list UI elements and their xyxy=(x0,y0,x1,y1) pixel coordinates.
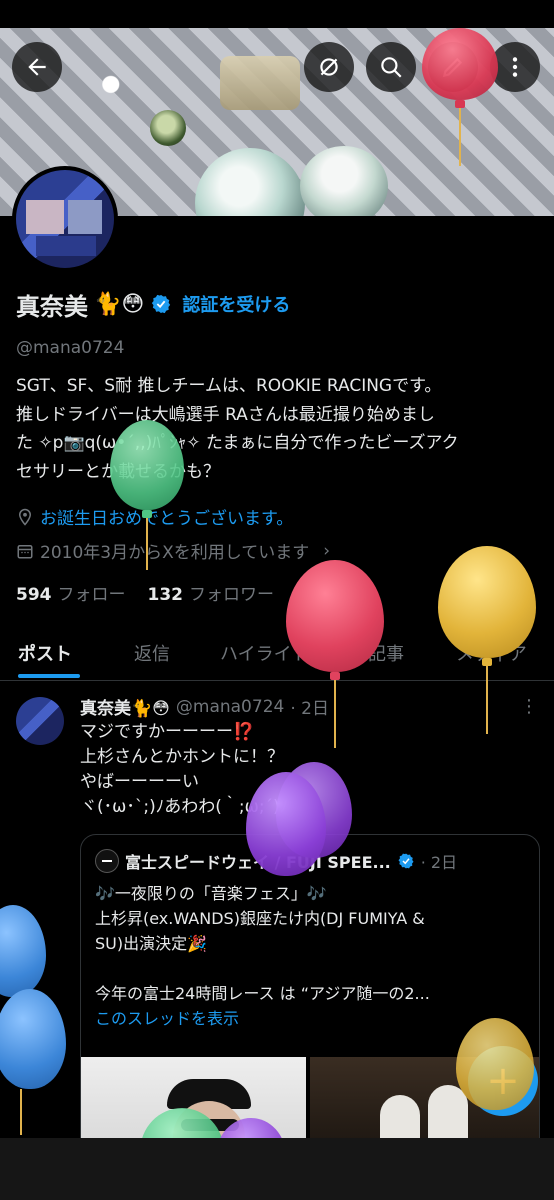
balloon-decoration xyxy=(438,546,536,736)
quote-line: 今年の富士24時間レース は “アジア随一の2... xyxy=(95,984,430,1003)
quote-time: · 2日 xyxy=(420,853,458,872)
calendar-icon xyxy=(17,544,33,558)
unfollow-circle-icon xyxy=(320,58,338,76)
quote-line: 🎶一夜限りの「音楽フェス」🎶 xyxy=(95,884,327,903)
follow-stats: 594 フォロー 132 フォロワー xyxy=(16,580,274,605)
active-tab-indicator xyxy=(18,674,80,678)
get-verified-link[interactable]: 認証を受ける xyxy=(182,291,290,317)
post-line: マジですかーーーー⁉️ xyxy=(80,722,255,742)
back-button[interactable] xyxy=(12,42,62,92)
quote-line: SU)出演決定🎉 xyxy=(95,934,208,953)
balloon-decoration xyxy=(422,28,498,168)
quote-text: 🎶一夜限りの「音楽フェス」🎶 上杉昇(ex.WANDS)銀座たけ内(DJ FUM… xyxy=(95,881,525,1031)
banner-glass-orb xyxy=(300,146,388,216)
following-link[interactable]: 594 フォロー xyxy=(16,580,126,605)
chevron-right-icon: › xyxy=(323,540,331,561)
unfollow-button[interactable] xyxy=(304,42,354,92)
verified-badge-icon xyxy=(398,853,414,869)
balloon-decoration xyxy=(110,420,184,570)
quote-line: 上杉昇(ex.WANDS)銀座たけ内(DJ FUMIYA & xyxy=(95,909,425,928)
profile-handle: @mana0724 xyxy=(16,338,125,358)
banner-pendant xyxy=(150,110,186,146)
bottom-navigation-bar xyxy=(0,1138,554,1200)
avatar-tile xyxy=(26,200,64,234)
followers-link[interactable]: 132 フォロワー xyxy=(148,580,275,605)
search-icon xyxy=(381,57,402,78)
following-label: フォロー xyxy=(57,585,126,605)
quote-line xyxy=(95,956,525,981)
location-pin-icon xyxy=(18,508,32,526)
banner-dish xyxy=(220,56,300,110)
verified-badge-icon xyxy=(152,294,171,314)
following-count: 594 xyxy=(16,585,52,605)
banner-glass-orb xyxy=(195,148,305,216)
search-button[interactable] xyxy=(366,42,416,92)
avatar-tile xyxy=(68,200,102,234)
more-vertical-icon xyxy=(512,57,518,77)
avatar-tile xyxy=(36,236,96,256)
profile-name-row: 真奈美 🐈😳 認証を受ける xyxy=(16,284,290,324)
bio-line: 推しドライバーは大嶋選手 RAさんは最近撮り始めまし xyxy=(16,404,435,425)
tab-replies[interactable]: 返信 xyxy=(134,640,170,666)
profile-name-emojis: 🐈😳 xyxy=(94,291,145,317)
bio-line: セサリーとか載せるかも？ xyxy=(16,458,542,487)
post-author[interactable]: 真奈美🐈😳 xyxy=(80,694,170,719)
fuji-speedway-logo-icon xyxy=(95,849,119,873)
balloon-decoration xyxy=(246,762,352,882)
followers-label: フォロワー xyxy=(189,585,274,605)
profile-avatar[interactable] xyxy=(12,166,118,272)
bio-line: た ✧p📷q(ω•´,,)ﾊﾟｼｬ✧ たまぁに自分で作ったビーズアク xyxy=(16,433,459,453)
arrow-left-icon xyxy=(28,58,46,76)
followers-count: 132 xyxy=(147,585,184,605)
balloon-decoration xyxy=(286,560,384,750)
profile-bio: SGT、SF、S耐 推しチームは、ROOKIE RACINGです。 推しドライバ… xyxy=(16,372,542,486)
profile-name: 真奈美 xyxy=(16,292,88,321)
tab-posts[interactable]: ポスト xyxy=(18,640,72,666)
balloon-decoration xyxy=(456,1018,534,1118)
bio-line: SGT、SF、S耐 推しチームは、ROOKIE RACINGです。 xyxy=(16,376,442,396)
post-avatar[interactable] xyxy=(16,697,64,745)
post-handle: @mana0724 xyxy=(175,696,285,717)
balloon-decoration xyxy=(0,905,66,1135)
